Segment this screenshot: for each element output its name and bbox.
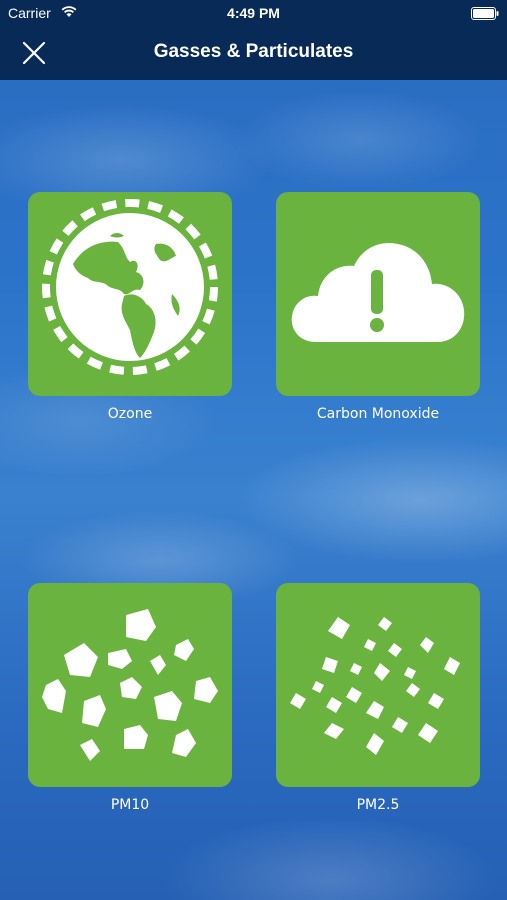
tile-carbon-monoxide[interactable]: Carbon Monoxide	[276, 192, 480, 422]
tile-pm2-5-label: PM2.5	[356, 797, 400, 813]
tile-carbon-monoxide-label: Carbon Monoxide	[316, 406, 440, 422]
tile-pm2-5-box	[276, 583, 480, 787]
nav-bar: Gasses & Particulates	[0, 28, 507, 80]
tile-pm10-box	[28, 583, 232, 787]
small-particles-icon	[290, 617, 460, 755]
status-bar: Carrier 4:49 PM	[0, 0, 507, 28]
tile-pm10[interactable]: PM10	[28, 583, 232, 813]
tile-pm2-5[interactable]: PM2.5	[276, 583, 480, 813]
tile-ozone[interactable]: Ozone	[28, 192, 232, 422]
tile-pm10-label: PM10	[110, 797, 150, 813]
tile-ozone-box	[28, 192, 232, 396]
status-time: 4:49 PM	[227, 5, 280, 21]
page-title: Gasses & Particulates	[153, 41, 354, 62]
earth-icon	[42, 199, 218, 375]
large-particles-icon	[42, 609, 218, 761]
tile-ozone-label: Ozone	[107, 406, 153, 422]
tile-carbon-monoxide-box	[276, 192, 480, 396]
battery-icon	[471, 7, 499, 20]
cloud-alert-icon	[291, 242, 465, 342]
